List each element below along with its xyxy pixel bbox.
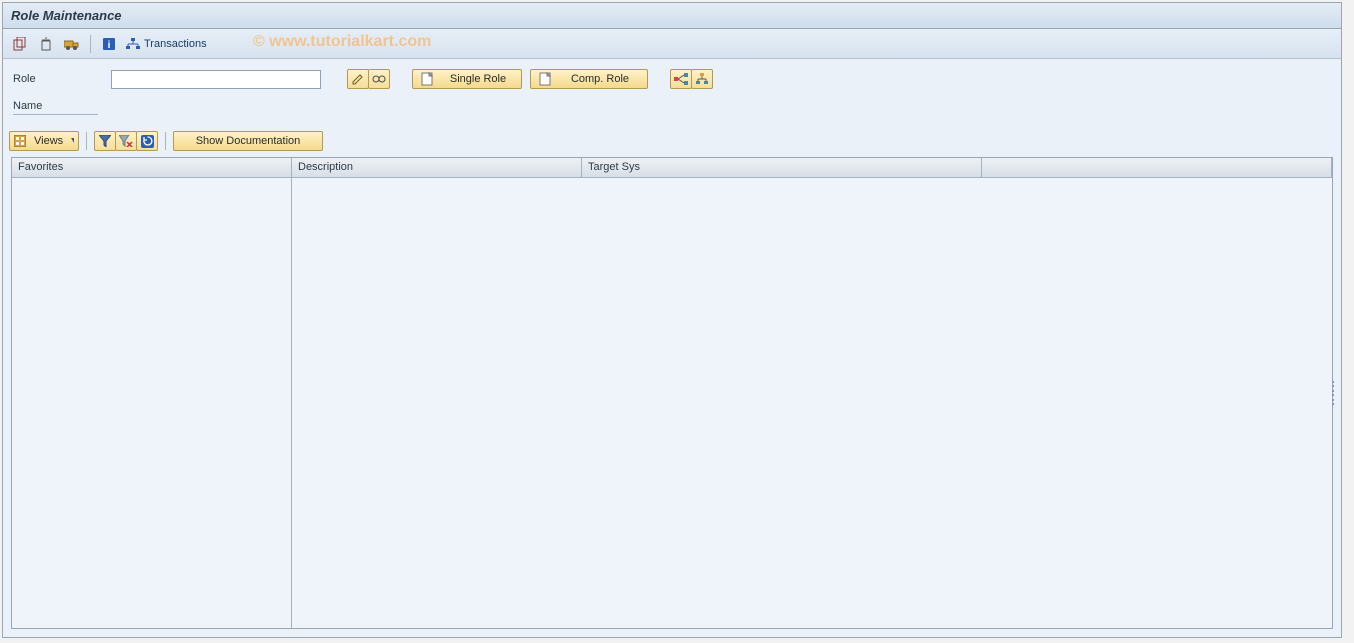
toolbar-separator xyxy=(86,132,87,150)
svg-text:i: i xyxy=(108,40,111,51)
resize-handle[interactable] xyxy=(1332,381,1335,405)
filter-delete-button[interactable] xyxy=(115,131,137,151)
role-label: Role xyxy=(13,73,103,85)
show-documentation-button[interactable]: Show Documentation xyxy=(173,131,323,151)
transport-icon[interactable] xyxy=(61,34,83,54)
where-used-icon xyxy=(674,73,688,85)
transactions-button[interactable]: Transactions xyxy=(124,38,209,50)
column-header-description[interactable]: Description xyxy=(292,158,582,177)
copy-icon[interactable] xyxy=(9,34,31,54)
table-content-area xyxy=(292,178,1332,628)
app-window: Role Maintenance i Transactions © www.tu… xyxy=(2,2,1342,638)
table-body xyxy=(12,178,1332,628)
role-input[interactable] xyxy=(111,70,321,89)
filter-icon xyxy=(99,135,111,147)
title-bar: Role Maintenance xyxy=(3,3,1341,29)
dropdown-icon xyxy=(71,138,74,144)
column-header-target-sys[interactable]: Target Sys xyxy=(582,158,982,177)
transactions-label: Transactions xyxy=(144,38,207,50)
views-icon xyxy=(14,135,26,147)
favorites-tree-area[interactable] xyxy=(12,178,292,628)
glasses-icon xyxy=(372,74,386,84)
create-icon xyxy=(539,72,553,86)
where-used-button[interactable] xyxy=(670,69,692,89)
delete-icon[interactable] xyxy=(35,34,57,54)
change-button[interactable] xyxy=(347,69,369,89)
filter-delete-icon xyxy=(119,135,133,147)
filter-button[interactable] xyxy=(94,131,116,151)
refresh-button[interactable] xyxy=(136,131,158,151)
form-area: Role Single Role xyxy=(3,59,1341,125)
table-column-headers: Favorites Description Target Sys xyxy=(12,158,1332,178)
single-role-button[interactable]: Single Role xyxy=(412,69,522,89)
create-icon xyxy=(421,72,435,86)
window-title: Role Maintenance xyxy=(11,8,122,23)
display-button[interactable] xyxy=(368,69,390,89)
favorites-table: Favorites Description Target Sys xyxy=(11,157,1333,629)
toolbar-separator xyxy=(90,35,91,53)
views-toolbar: Views Show Documentation xyxy=(3,125,1341,155)
name-label: Name xyxy=(13,100,98,115)
watermark-text: © www.tutorialkart.com xyxy=(253,33,431,51)
pencil-icon xyxy=(352,73,364,85)
refresh-icon xyxy=(141,135,154,148)
hierarchy-small-icon xyxy=(695,73,709,85)
column-header-favorites[interactable]: Favorites xyxy=(12,158,292,177)
info-icon[interactable]: i xyxy=(98,34,120,54)
column-header-spacer xyxy=(982,158,1332,177)
toolbar-separator xyxy=(165,132,166,150)
inheritance-button[interactable] xyxy=(691,69,713,89)
application-toolbar: i Transactions © www.tutorialkart.com xyxy=(3,29,1341,59)
comp-role-button[interactable]: Comp. Role xyxy=(530,69,648,89)
hierarchy-icon xyxy=(126,38,140,50)
views-button[interactable]: Views xyxy=(9,131,79,151)
